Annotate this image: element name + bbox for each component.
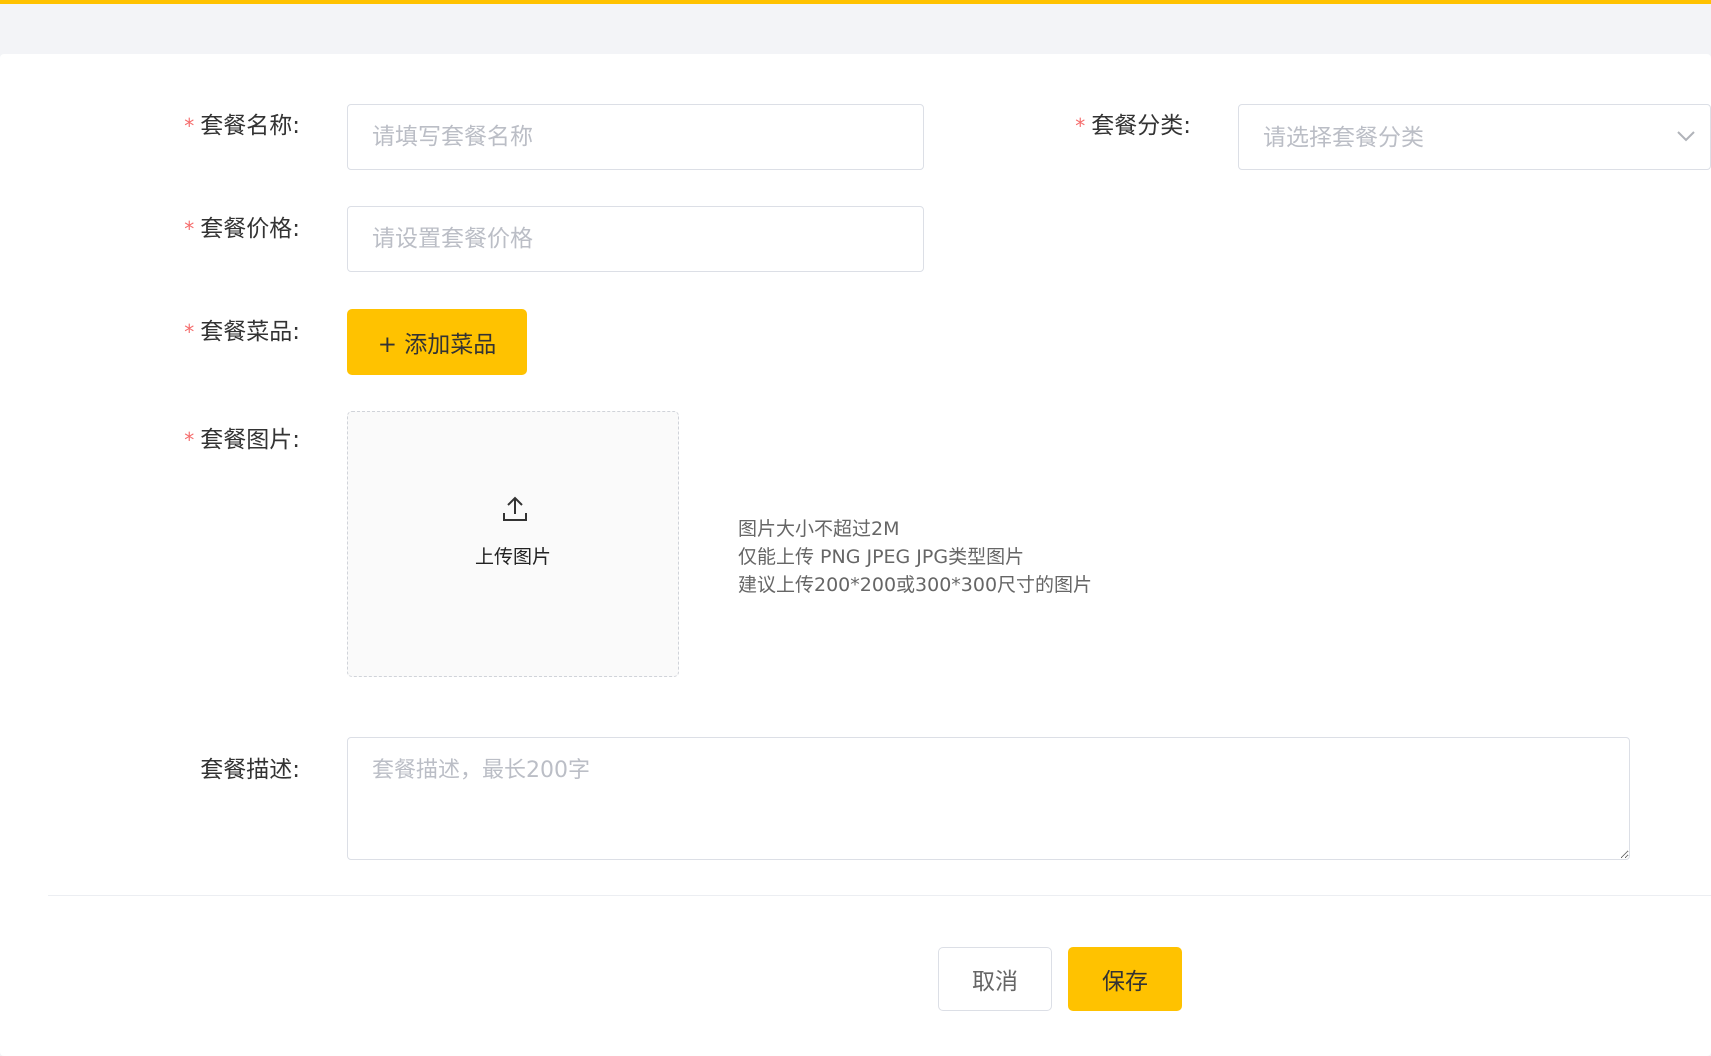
image-hint-dimensions: 建议上传200*200或300*300尺寸的图片 [738,574,1093,596]
setmeal-price-label: * 套餐价格: [184,216,300,242]
upload-icon [503,496,527,521]
category-placeholder: 请选择套餐分类 [1263,125,1424,151]
required-mark: * [184,114,195,138]
image-hint-size: 图片大小不超过2M [738,518,900,540]
setmeal-description-textarea[interactable] [347,737,1630,860]
setmeal-price-input[interactable] [347,206,924,272]
cancel-button[interactable]: 取消 [938,947,1052,1011]
top-accent-bar [0,0,1711,4]
image-upload-area[interactable]: 上传图片 [347,411,679,677]
required-mark: * [184,217,195,241]
setmeal-description-label: 套餐描述: [200,757,300,783]
setmeal-image-label: * 套餐图片: [184,427,300,453]
save-button[interactable]: 保存 [1068,947,1182,1011]
footer-divider [48,895,1711,896]
setmeal-name-label: * 套餐名称: [184,113,300,139]
setmeal-dishes-label: * 套餐菜品: [184,319,300,345]
setmeal-category-select[interactable]: 请选择套餐分类 [1238,104,1711,170]
required-mark: * [184,320,195,344]
required-mark: * [1075,114,1086,138]
add-dish-button[interactable]: + 添加菜品 [347,309,527,375]
required-mark: * [184,428,195,452]
setmeal-category-label: * 套餐分类: [1075,113,1191,139]
upload-text: 上传图片 [474,546,551,568]
image-hint-types: 仅能上传 PNG JPEG JPG类型图片 [738,546,1025,568]
setmeal-name-input[interactable] [347,104,924,170]
setmeal-form-panel: *套餐名称: *套餐分类: 请选择套餐分类 *套餐价格: *套餐菜品: + 添加… [0,54,1711,1056]
chevron-down-icon [1677,131,1695,142]
